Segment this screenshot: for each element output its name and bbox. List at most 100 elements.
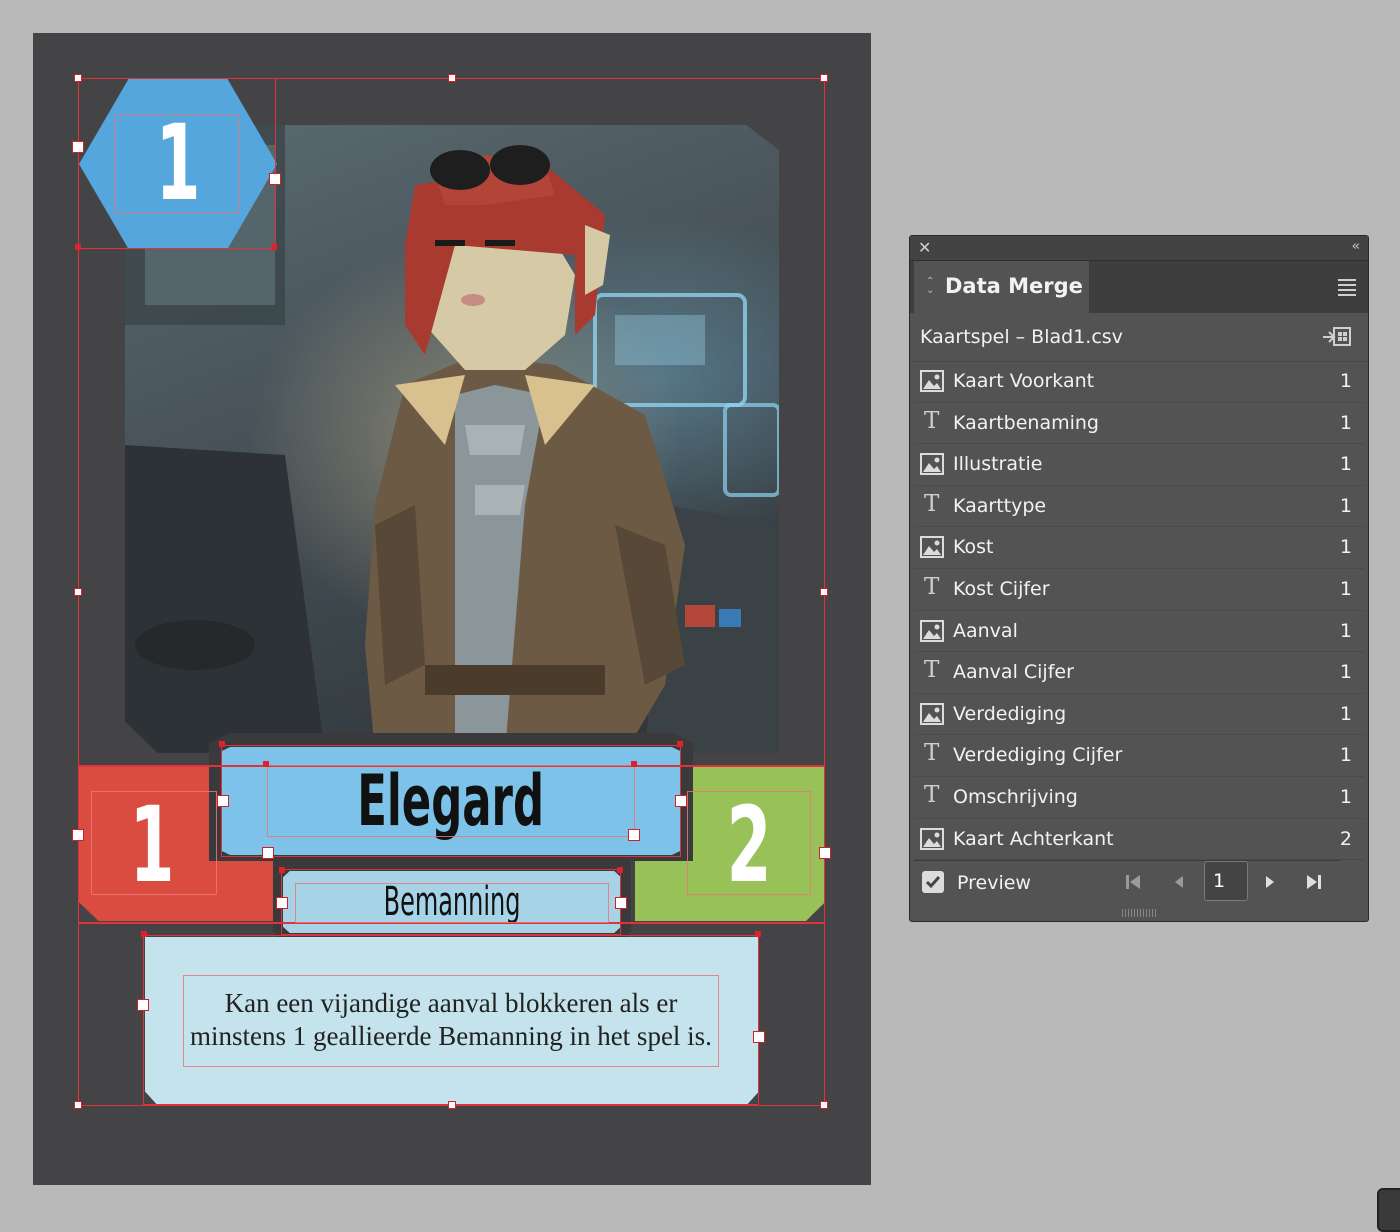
data-merge-panel: ✕ ‹‹ ⌃ ⌄ Data Merge Kaartspel – Blad1.csv… [909,235,1369,922]
field-count: 2 [1339,827,1352,850]
previous-record-icon[interactable] [1172,873,1186,891]
resize-handle[interactable] [74,74,82,82]
resize-handle[interactable] [820,1101,828,1109]
text-frame-icon: T [924,740,940,767]
resize-handle[interactable] [675,795,687,807]
field-row[interactable]: T Omschrijving 1 [914,777,1364,819]
resize-handle[interactable] [137,999,149,1011]
field-row[interactable]: Kaart Achterkant 2 [914,819,1364,861]
anchor-point[interactable] [271,244,277,250]
field-row[interactable]: Verdediging 1 [914,694,1364,736]
data-source-name: Kaartspel – Blad1.csv [920,326,1123,348]
anchor-point[interactable] [75,244,81,250]
field-label: Aanval [953,619,1018,642]
field-row[interactable]: T Kaarttype 1 [914,486,1364,528]
image-placeholder-icon [920,619,944,642]
card-name[interactable]: Elegard [221,747,681,855]
resize-handle[interactable] [276,897,288,909]
next-record-icon[interactable] [1263,873,1277,891]
hamburger-menu-icon[interactable] [1338,279,1356,299]
field-count: 1 [1339,619,1352,642]
anchor-point[interactable] [219,741,225,747]
field-label: Kost Cijfer [953,577,1050,600]
anchor-point[interactable] [755,931,761,937]
image-placeholder-icon [920,370,944,392]
text-frame-icon: T [924,407,940,434]
panel-titlebar[interactable]: ✕ ‹‹ [910,236,1368,261]
text-frame-icon: T [924,657,940,684]
import-data-source-icon[interactable] [1322,327,1352,347]
field-label: Kaart Achterkant [953,827,1114,850]
anchor-point[interactable] [677,741,683,747]
field-label: Omschrijving [953,785,1078,808]
field-label: Verdediging [953,702,1067,725]
card-type[interactable]: Bemanning [283,871,621,933]
resize-handle[interactable] [448,74,456,82]
resize-handle[interactable] [820,588,828,596]
resize-handle[interactable] [753,1031,765,1043]
data-source-row: Kaartspel – Blad1.csv [910,313,1368,362]
field-row[interactable]: T Verdediging Cijfer 1 [914,735,1364,777]
anchor-point[interactable] [141,931,147,937]
double-chevron-left-icon[interactable]: ‹‹ [1352,239,1361,254]
hexagon-number[interactable]: 1 [117,103,240,223]
anchor-point[interactable] [631,761,637,767]
panel-tab-row: ⌃ ⌄ Data Merge [910,261,1368,313]
close-icon[interactable]: ✕ [918,238,931,257]
preview-label: Preview [957,872,1031,894]
field-label: Kaartbenaming [953,411,1099,434]
field-count: 1 [1339,453,1352,476]
field-row[interactable]: T Kost Cijfer 1 [914,569,1364,611]
resize-handle[interactable] [448,1101,456,1109]
field-row[interactable]: Kost 1 [914,527,1364,569]
panel-resize-grip[interactable] [1122,909,1158,917]
field-row[interactable]: Aanval 1 [914,611,1364,653]
field-label: Kaart Voorkant [953,370,1095,392]
first-record-icon[interactable] [1124,873,1142,891]
field-count: 1 [1339,702,1352,725]
resize-handle[interactable] [269,173,281,185]
anchor-point[interactable] [263,761,269,767]
record-number-input[interactable] [1204,861,1248,901]
resize-handle[interactable] [217,795,229,807]
field-count: 1 [1339,411,1352,434]
last-record-icon[interactable] [1305,873,1323,891]
tab-expand-icon: ⌃ ⌄ [926,276,935,296]
text-frame-icon: T [924,573,940,600]
image-placeholder-icon [920,702,944,725]
resize-handle[interactable] [74,1101,82,1109]
field-count: 1 [1339,744,1352,767]
resize-handle[interactable] [819,847,831,859]
resize-handle[interactable] [820,74,828,82]
text-frame-icon: T [924,781,940,808]
defense-number[interactable]: 2 [702,785,796,905]
field-label: Kost [953,536,994,559]
preview-checkbox[interactable] [922,871,944,893]
resize-handle[interactable] [72,141,84,153]
field-row[interactable]: Illustratie 1 [914,444,1364,486]
field-row[interactable]: T Aanval Cijfer 1 [914,652,1364,694]
field-row[interactable]: Kaart Voorkant 1 [914,361,1364,403]
resize-handle[interactable] [628,829,640,841]
preview-row: Preview [914,860,1340,905]
field-label: Verdediging Cijfer [953,744,1123,767]
field-count: 1 [1339,494,1352,517]
field-count: 1 [1339,370,1352,392]
card-description[interactable]: Kan een vijandige aanval blokkeren als e… [185,977,717,1063]
field-row[interactable]: T Kaartbenaming 1 [914,403,1364,445]
resize-handle[interactable] [74,588,82,596]
field-list: Kaart Voorkant 1 T Kaartbenaming 1 Illustrati… [914,361,1364,861]
field-count: 1 [1339,661,1352,684]
field-count: 1 [1339,785,1352,808]
field-label: Kaarttype [953,494,1047,517]
resize-handle[interactable] [72,829,84,841]
resize-handle[interactable] [615,897,627,909]
anchor-point[interactable] [279,867,285,873]
card-type-text: Bemanning [383,879,521,925]
field-label: Aanval Cijfer [953,661,1074,684]
anchor-point[interactable] [617,867,623,873]
corner-widget[interactable] [1377,1188,1400,1232]
cost-number[interactable]: 1 [107,785,198,905]
resize-handle[interactable] [262,847,274,859]
tab-data-merge[interactable]: ⌃ ⌄ Data Merge [914,261,1089,313]
